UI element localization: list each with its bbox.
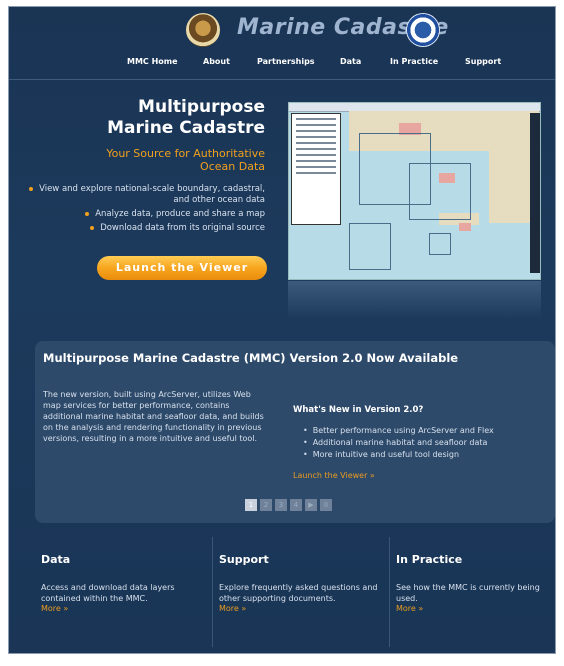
- data-more-link[interactable]: More »: [41, 604, 206, 613]
- bullet-dot-icon: [85, 211, 90, 216]
- hero-subtitle: Your Source for Authoritative Ocean Data: [106, 147, 265, 173]
- in-practice-more-link[interactable]: More »: [396, 604, 555, 613]
- hero-title-line1: Multipurpose: [138, 97, 265, 117]
- data-column-body: Access and download data layers containe…: [41, 583, 175, 603]
- noaa-logo[interactable]: [406, 13, 440, 47]
- support-column: Support Explore frequently asked questio…: [219, 553, 384, 649]
- hero-bullet-text: Analyze data, produce and share a map: [95, 209, 265, 219]
- support-more-link[interactable]: More »: [219, 604, 384, 613]
- in-practice-column-title: In Practice: [396, 553, 463, 566]
- layer-row: [296, 136, 336, 138]
- zoom-slider: [530, 113, 540, 273]
- pager-page-2[interactable]: 2: [260, 499, 272, 511]
- whats-new-item: Better performance using ArcServer and F…: [303, 425, 494, 437]
- layer-row: [296, 172, 336, 174]
- data-column: Data Access and download data layers con…: [41, 553, 206, 649]
- nav-mmc-home[interactable]: MMC Home: [127, 57, 178, 66]
- screenshot-reflection: [288, 281, 541, 319]
- hero-bullet-text: View and explore national-scale boundary…: [39, 184, 265, 205]
- hero-bullet: View and explore national-scale boundary…: [25, 184, 265, 206]
- hero-bullet: Analyze data, produce and share a map: [25, 209, 265, 220]
- column-divider: [212, 537, 213, 647]
- layer-row: [296, 160, 336, 162]
- site-header: Marine Cadastre MMC Home About Partnersh…: [9, 7, 555, 83]
- column-divider: [389, 537, 390, 647]
- hero-bullet: Download data from its original source: [25, 223, 265, 234]
- nav-divider: [9, 79, 555, 80]
- nav-partnerships[interactable]: Partnerships: [257, 57, 315, 66]
- slide-pager: 1 2 3 4 ▶ II: [245, 499, 335, 511]
- layer-row: [296, 124, 336, 126]
- whats-new-item: More intuitive and useful tool design: [303, 449, 494, 461]
- layer-panel: [291, 113, 341, 225]
- layer-row: [296, 154, 336, 156]
- layer-row: [296, 142, 336, 144]
- parcel-outline: [429, 233, 451, 255]
- layer-row: [296, 166, 336, 168]
- viewer-screenshot[interactable]: [288, 102, 541, 280]
- whats-new-item: Additional marine habitat and seafloor d…: [303, 437, 494, 449]
- news-body: The new version, built using ArcServer, …: [43, 390, 264, 443]
- layer-row: [296, 130, 336, 132]
- pager-page-4[interactable]: 4: [290, 499, 302, 511]
- doi-seal-logo[interactable]: [186, 13, 220, 47]
- page: Marine Cadastre MMC Home About Partnersh…: [8, 6, 556, 654]
- pager-page-1[interactable]: 1: [245, 499, 257, 511]
- data-column-title: Data: [41, 553, 71, 566]
- nav-data[interactable]: Data: [340, 57, 361, 66]
- hero-title: Multipurpose Marine Cadastre: [107, 97, 265, 139]
- layer-row: [296, 148, 336, 150]
- hero-title-line2: Marine Cadastre: [107, 118, 265, 138]
- bullet-dot-icon: [29, 186, 34, 191]
- launch-viewer-link[interactable]: Launch the Viewer »: [293, 471, 375, 480]
- nav-in-practice[interactable]: In Practice: [390, 57, 438, 66]
- main-nav: MMC Home About Partnerships Data In Prac…: [9, 57, 555, 75]
- launch-viewer-button[interactable]: Launch the Viewer: [97, 256, 267, 280]
- whats-new-title: What's New in Version 2.0?: [293, 405, 424, 415]
- news-title: Multipurpose Marine Cadastre (MMC) Versi…: [43, 351, 459, 365]
- hero-bullet-text: Download data from its original source: [100, 223, 265, 233]
- whats-new-list: Better performance using ArcServer and F…: [303, 425, 494, 461]
- bullet-dot-icon: [90, 225, 95, 230]
- news-panel: Multipurpose Marine Cadastre (MMC) Versi…: [35, 341, 555, 523]
- hero-bullet-list: View and explore national-scale boundary…: [25, 184, 265, 237]
- parcel-highlight: [459, 223, 471, 231]
- pager-page-3[interactable]: 3: [275, 499, 287, 511]
- in-practice-column-body: See how the MMC is currently being used.: [396, 583, 540, 603]
- parcel-outline: [409, 163, 471, 220]
- nav-support[interactable]: Support: [465, 57, 501, 66]
- support-column-body: Explore frequently asked questions and o…: [219, 583, 378, 603]
- nav-about[interactable]: About: [203, 57, 230, 66]
- in-practice-column: In Practice See how the MMC is currently…: [396, 553, 555, 649]
- layer-row: [296, 118, 336, 120]
- pause-icon[interactable]: II: [320, 499, 332, 511]
- play-icon[interactable]: ▶: [305, 499, 317, 511]
- support-column-title: Support: [219, 553, 269, 566]
- parcel-outline: [349, 223, 391, 270]
